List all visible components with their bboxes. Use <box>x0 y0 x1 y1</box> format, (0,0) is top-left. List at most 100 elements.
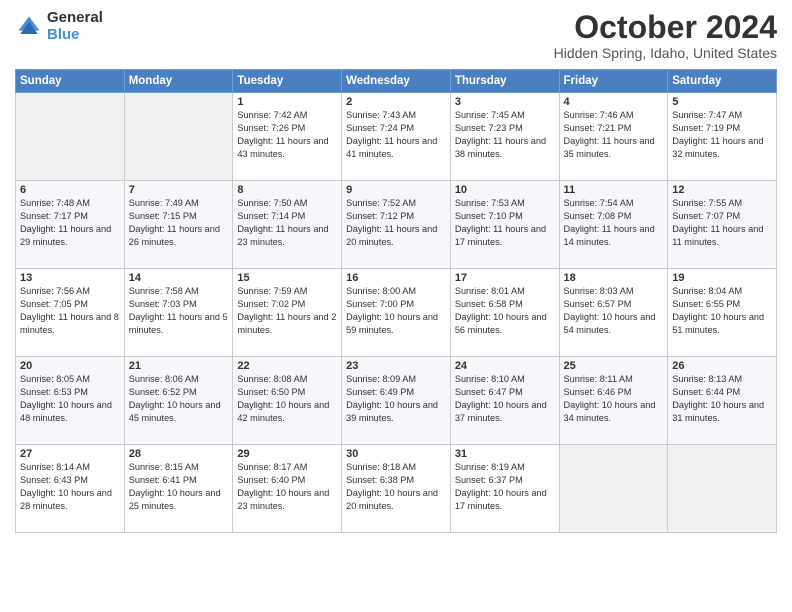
day-number: 2 <box>346 96 446 108</box>
month-title: October 2024 <box>554 10 777 45</box>
calendar-cell: 19Sunrise: 8:04 AMSunset: 6:55 PMDayligh… <box>668 269 777 357</box>
day-number: 10 <box>455 184 555 196</box>
day-number: 14 <box>129 272 229 284</box>
day-number: 9 <box>346 184 446 196</box>
day-of-week-header: Tuesday <box>233 70 342 93</box>
day-number: 30 <box>346 448 446 460</box>
calendar-cell: 6Sunrise: 7:48 AMSunset: 7:17 PMDaylight… <box>16 181 125 269</box>
calendar-week-row: 1Sunrise: 7:42 AMSunset: 7:26 PMDaylight… <box>16 93 777 181</box>
day-info: Sunrise: 8:04 AMSunset: 6:55 PMDaylight:… <box>672 285 772 337</box>
calendar-cell: 28Sunrise: 8:15 AMSunset: 6:41 PMDayligh… <box>124 445 233 533</box>
logo-icon <box>15 13 43 41</box>
calendar-cell: 12Sunrise: 7:55 AMSunset: 7:07 PMDayligh… <box>668 181 777 269</box>
calendar-cell: 15Sunrise: 7:59 AMSunset: 7:02 PMDayligh… <box>233 269 342 357</box>
day-info: Sunrise: 7:43 AMSunset: 7:24 PMDaylight:… <box>346 109 446 161</box>
day-number: 11 <box>564 184 664 196</box>
day-info: Sunrise: 8:03 AMSunset: 6:57 PMDaylight:… <box>564 285 664 337</box>
calendar-cell: 18Sunrise: 8:03 AMSunset: 6:57 PMDayligh… <box>559 269 668 357</box>
day-info: Sunrise: 8:15 AMSunset: 6:41 PMDaylight:… <box>129 461 229 513</box>
day-number: 22 <box>237 360 337 372</box>
day-info: Sunrise: 8:13 AMSunset: 6:44 PMDaylight:… <box>672 373 772 425</box>
calendar-cell: 10Sunrise: 7:53 AMSunset: 7:10 PMDayligh… <box>450 181 559 269</box>
location: Hidden Spring, Idaho, United States <box>554 45 777 61</box>
calendar-cell: 8Sunrise: 7:50 AMSunset: 7:14 PMDaylight… <box>233 181 342 269</box>
day-number: 5 <box>672 96 772 108</box>
calendar-week-row: 6Sunrise: 7:48 AMSunset: 7:17 PMDaylight… <box>16 181 777 269</box>
day-number: 17 <box>455 272 555 284</box>
calendar-cell: 16Sunrise: 8:00 AMSunset: 7:00 PMDayligh… <box>342 269 451 357</box>
day-info: Sunrise: 7:58 AMSunset: 7:03 PMDaylight:… <box>129 285 229 337</box>
day-number: 3 <box>455 96 555 108</box>
day-info: Sunrise: 7:53 AMSunset: 7:10 PMDaylight:… <box>455 197 555 249</box>
calendar-cell: 31Sunrise: 8:19 AMSunset: 6:37 PMDayligh… <box>450 445 559 533</box>
day-info: Sunrise: 8:17 AMSunset: 6:40 PMDaylight:… <box>237 461 337 513</box>
day-info: Sunrise: 7:49 AMSunset: 7:15 PMDaylight:… <box>129 197 229 249</box>
day-info: Sunrise: 8:19 AMSunset: 6:37 PMDaylight:… <box>455 461 555 513</box>
day-number: 12 <box>672 184 772 196</box>
calendar-cell: 11Sunrise: 7:54 AMSunset: 7:08 PMDayligh… <box>559 181 668 269</box>
day-number: 25 <box>564 360 664 372</box>
day-number: 29 <box>237 448 337 460</box>
header-row: SundayMondayTuesdayWednesdayThursdayFrid… <box>16 70 777 93</box>
day-info: Sunrise: 8:08 AMSunset: 6:50 PMDaylight:… <box>237 373 337 425</box>
day-number: 21 <box>129 360 229 372</box>
calendar-cell <box>668 445 777 533</box>
day-info: Sunrise: 7:47 AMSunset: 7:19 PMDaylight:… <box>672 109 772 161</box>
calendar-cell: 20Sunrise: 8:05 AMSunset: 6:53 PMDayligh… <box>16 357 125 445</box>
calendar-table: SundayMondayTuesdayWednesdayThursdayFrid… <box>15 69 777 533</box>
calendar-cell: 17Sunrise: 8:01 AMSunset: 6:58 PMDayligh… <box>450 269 559 357</box>
day-number: 24 <box>455 360 555 372</box>
day-info: Sunrise: 7:46 AMSunset: 7:21 PMDaylight:… <box>564 109 664 161</box>
day-info: Sunrise: 7:52 AMSunset: 7:12 PMDaylight:… <box>346 197 446 249</box>
day-number: 15 <box>237 272 337 284</box>
day-number: 7 <box>129 184 229 196</box>
day-info: Sunrise: 8:00 AMSunset: 7:00 PMDaylight:… <box>346 285 446 337</box>
day-info: Sunrise: 7:48 AMSunset: 7:17 PMDaylight:… <box>20 197 120 249</box>
day-info: Sunrise: 8:09 AMSunset: 6:49 PMDaylight:… <box>346 373 446 425</box>
day-info: Sunrise: 7:55 AMSunset: 7:07 PMDaylight:… <box>672 197 772 249</box>
calendar-cell <box>124 93 233 181</box>
calendar-cell: 2Sunrise: 7:43 AMSunset: 7:24 PMDaylight… <box>342 93 451 181</box>
calendar-cell: 4Sunrise: 7:46 AMSunset: 7:21 PMDaylight… <box>559 93 668 181</box>
day-info: Sunrise: 7:50 AMSunset: 7:14 PMDaylight:… <box>237 197 337 249</box>
day-number: 23 <box>346 360 446 372</box>
day-number: 8 <box>237 184 337 196</box>
day-number: 1 <box>237 96 337 108</box>
day-of-week-header: Thursday <box>450 70 559 93</box>
calendar-cell: 5Sunrise: 7:47 AMSunset: 7:19 PMDaylight… <box>668 93 777 181</box>
calendar-cell: 1Sunrise: 7:42 AMSunset: 7:26 PMDaylight… <box>233 93 342 181</box>
day-number: 20 <box>20 360 120 372</box>
calendar-cell: 23Sunrise: 8:09 AMSunset: 6:49 PMDayligh… <box>342 357 451 445</box>
day-info: Sunrise: 8:06 AMSunset: 6:52 PMDaylight:… <box>129 373 229 425</box>
page: General Blue October 2024 Hidden Spring,… <box>0 0 792 612</box>
day-number: 4 <box>564 96 664 108</box>
day-number: 31 <box>455 448 555 460</box>
calendar-cell <box>16 93 125 181</box>
calendar-cell: 22Sunrise: 8:08 AMSunset: 6:50 PMDayligh… <box>233 357 342 445</box>
calendar-cell: 13Sunrise: 7:56 AMSunset: 7:05 PMDayligh… <box>16 269 125 357</box>
day-of-week-header: Wednesday <box>342 70 451 93</box>
day-info: Sunrise: 8:14 AMSunset: 6:43 PMDaylight:… <box>20 461 120 513</box>
day-info: Sunrise: 8:10 AMSunset: 6:47 PMDaylight:… <box>455 373 555 425</box>
logo: General Blue <box>15 10 103 43</box>
day-of-week-header: Saturday <box>668 70 777 93</box>
day-number: 16 <box>346 272 446 284</box>
day-number: 13 <box>20 272 120 284</box>
calendar-cell: 30Sunrise: 8:18 AMSunset: 6:38 PMDayligh… <box>342 445 451 533</box>
day-info: Sunrise: 7:59 AMSunset: 7:02 PMDaylight:… <box>237 285 337 337</box>
calendar-cell: 14Sunrise: 7:58 AMSunset: 7:03 PMDayligh… <box>124 269 233 357</box>
calendar-week-row: 13Sunrise: 7:56 AMSunset: 7:05 PMDayligh… <box>16 269 777 357</box>
calendar-week-row: 27Sunrise: 8:14 AMSunset: 6:43 PMDayligh… <box>16 445 777 533</box>
logo-text: General Blue <box>47 10 103 43</box>
calendar-cell: 25Sunrise: 8:11 AMSunset: 6:46 PMDayligh… <box>559 357 668 445</box>
title-block: October 2024 Hidden Spring, Idaho, Unite… <box>554 10 777 61</box>
calendar-cell: 21Sunrise: 8:06 AMSunset: 6:52 PMDayligh… <box>124 357 233 445</box>
calendar-cell: 24Sunrise: 8:10 AMSunset: 6:47 PMDayligh… <box>450 357 559 445</box>
day-number: 26 <box>672 360 772 372</box>
calendar-cell: 29Sunrise: 8:17 AMSunset: 6:40 PMDayligh… <box>233 445 342 533</box>
day-info: Sunrise: 8:11 AMSunset: 6:46 PMDaylight:… <box>564 373 664 425</box>
day-of-week-header: Monday <box>124 70 233 93</box>
day-info: Sunrise: 8:01 AMSunset: 6:58 PMDaylight:… <box>455 285 555 337</box>
day-number: 27 <box>20 448 120 460</box>
header: General Blue October 2024 Hidden Spring,… <box>15 10 777 61</box>
